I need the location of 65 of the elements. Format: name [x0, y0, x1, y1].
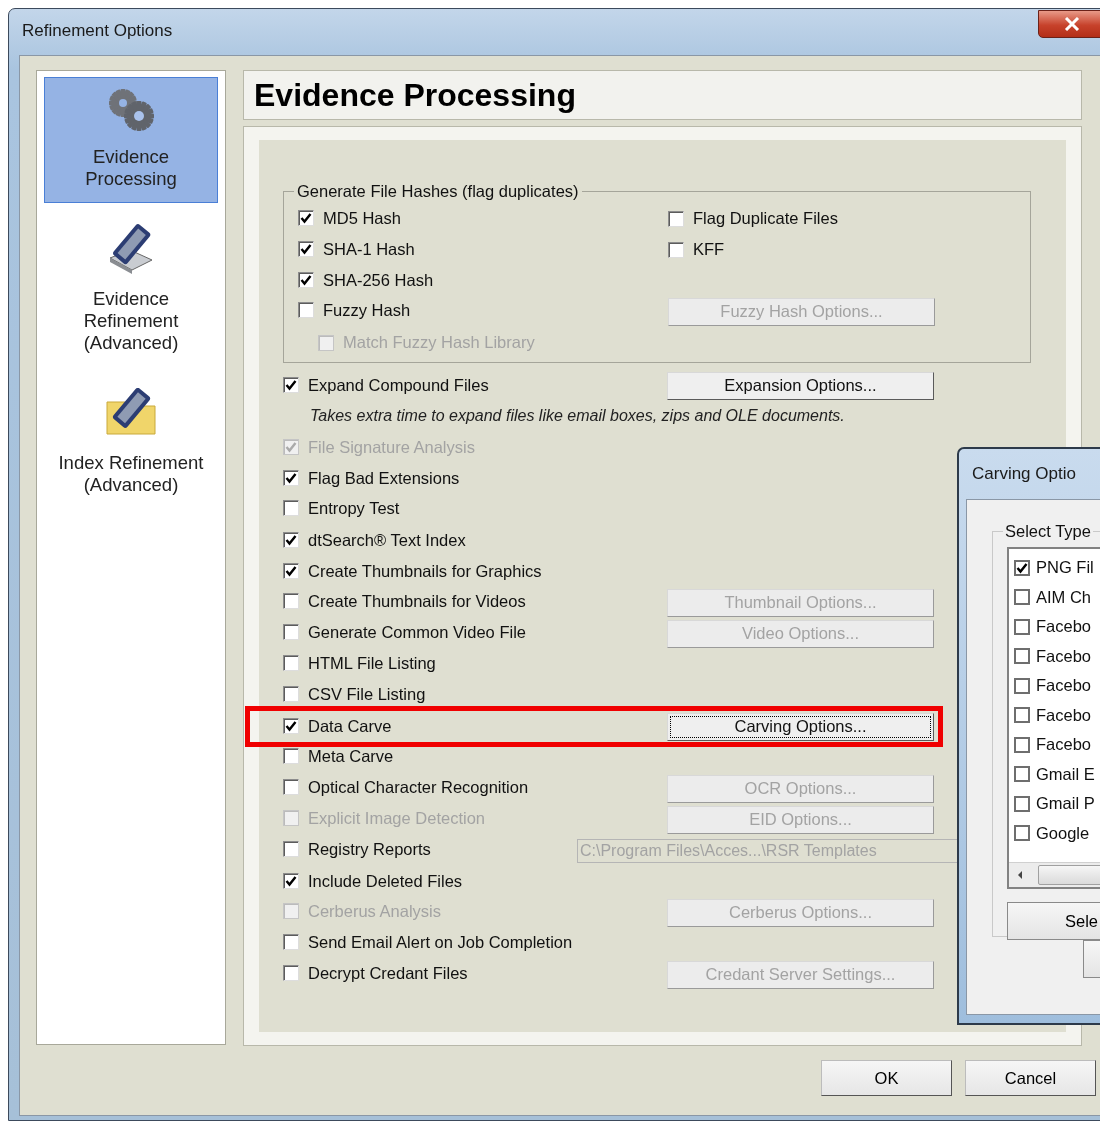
options-button[interactable]: Carving Options...	[667, 712, 934, 741]
checkbox-option[interactable]: SHA-1 Hash	[298, 239, 415, 259]
sidebar-label: Index Refinement (Advanced)	[57, 452, 205, 496]
check-icon	[285, 875, 297, 888]
group-title: Select Type	[1004, 522, 1092, 541]
type-option[interactable]: Facebo	[1014, 612, 1100, 642]
check-icon	[300, 274, 312, 287]
cancel-button[interactable]: Cancel	[965, 1060, 1096, 1096]
check-icon	[300, 212, 312, 225]
checkbox-option[interactable]: Include Deleted Files	[283, 871, 463, 891]
check-icon	[285, 472, 297, 485]
ok-button[interactable]: OK	[821, 1060, 952, 1096]
checkbox-option[interactable]: Entropy Test	[283, 498, 400, 518]
checkbox-option[interactable]: Create Thumbnails for Videos	[283, 591, 526, 611]
checkbox-option[interactable]: Fuzzy Hash	[298, 300, 411, 320]
check-icon	[300, 243, 312, 256]
check-icon	[285, 565, 297, 578]
checkbox-option[interactable]: Send Email Alert on Job Completion	[283, 932, 573, 952]
checkbox-option[interactable]: KFF	[668, 240, 725, 259]
window-title: Refinement Options	[21, 21, 173, 41]
close-button[interactable]	[1038, 10, 1100, 38]
type-option[interactable]: Gmail E	[1014, 759, 1100, 789]
options-button[interactable]: Expansion Options...	[667, 371, 934, 400]
checkbox-option[interactable]: Generate Common Video File	[283, 622, 526, 642]
page-title: Evidence Processing	[254, 76, 576, 114]
checkbox-option[interactable]: SHA-256 Hash	[298, 270, 434, 290]
scroll-left-icon	[1016, 870, 1024, 880]
type-option[interactable]: Facebo	[1014, 671, 1100, 701]
check-icon	[285, 720, 297, 733]
sidebar-label: Evidence Refinement (Advanced)	[82, 288, 180, 354]
type-option[interactable]: Facebo	[1014, 641, 1100, 671]
sidebar-item[interactable]: Evidence Refinement (Advanced)	[44, 213, 218, 367]
type-option[interactable]: Google	[1014, 818, 1100, 848]
checkbox-option[interactable]: Create Thumbnails for Graphics	[283, 561, 542, 581]
close-icon	[1064, 17, 1080, 31]
sidebar-item[interactable]: Index Refinement (Advanced)	[44, 377, 218, 509]
type-option[interactable]: Facebo	[1014, 700, 1100, 730]
type-option[interactable]: Facebo	[1014, 730, 1100, 760]
checkbox-option[interactable]: Optical Character Recognition	[283, 777, 529, 797]
check-icon	[285, 379, 297, 392]
scrollbar[interactable]	[1009, 862, 1100, 887]
type-option[interactable]: Gmail P	[1014, 789, 1100, 819]
hint-text: Takes extra time to expand files like email boxes, zips and OLE documents.	[309, 406, 846, 426]
checkbox-option[interactable]: MD5 Hash	[298, 208, 401, 228]
checkbox-option[interactable]: Registry Reports	[283, 839, 431, 859]
checkbox-option[interactable]: Flag Duplicate Files	[668, 209, 838, 228]
checkbox-option[interactable]: Flag Bad Extensions	[283, 468, 460, 488]
sidebar-item[interactable]: Evidence Processing	[44, 77, 218, 203]
checkbox-option[interactable]: HTML File Listing	[283, 653, 436, 673]
type-option[interactable]: AIM Ch	[1014, 582, 1100, 612]
folder-icon	[103, 388, 159, 438]
checkbox-option[interactable]: Data Carve	[283, 716, 392, 736]
sidebar-label: Evidence Processing	[84, 146, 178, 190]
check-icon	[285, 441, 297, 454]
checkbox-option[interactable]: dtSearch® Text Index	[283, 530, 466, 550]
select-button[interactable]: Sele	[1007, 902, 1100, 940]
checkbox-option[interactable]: Expand Compound Files	[283, 375, 489, 395]
group-title: Generate File Hashes (flag duplicates)	[296, 182, 580, 201]
checkbox-option[interactable]: CSV File Listing	[283, 684, 426, 704]
type-option[interactable]: PNG Fil	[1014, 553, 1100, 583]
check-icon	[1016, 561, 1028, 574]
dialog-title: Carving Optio	[971, 463, 1077, 485]
checkbox-option[interactable]: Decrypt Credant Files	[283, 963, 468, 983]
check-icon	[285, 534, 297, 547]
checkbox-option[interactable]: Meta Carve	[283, 746, 394, 766]
